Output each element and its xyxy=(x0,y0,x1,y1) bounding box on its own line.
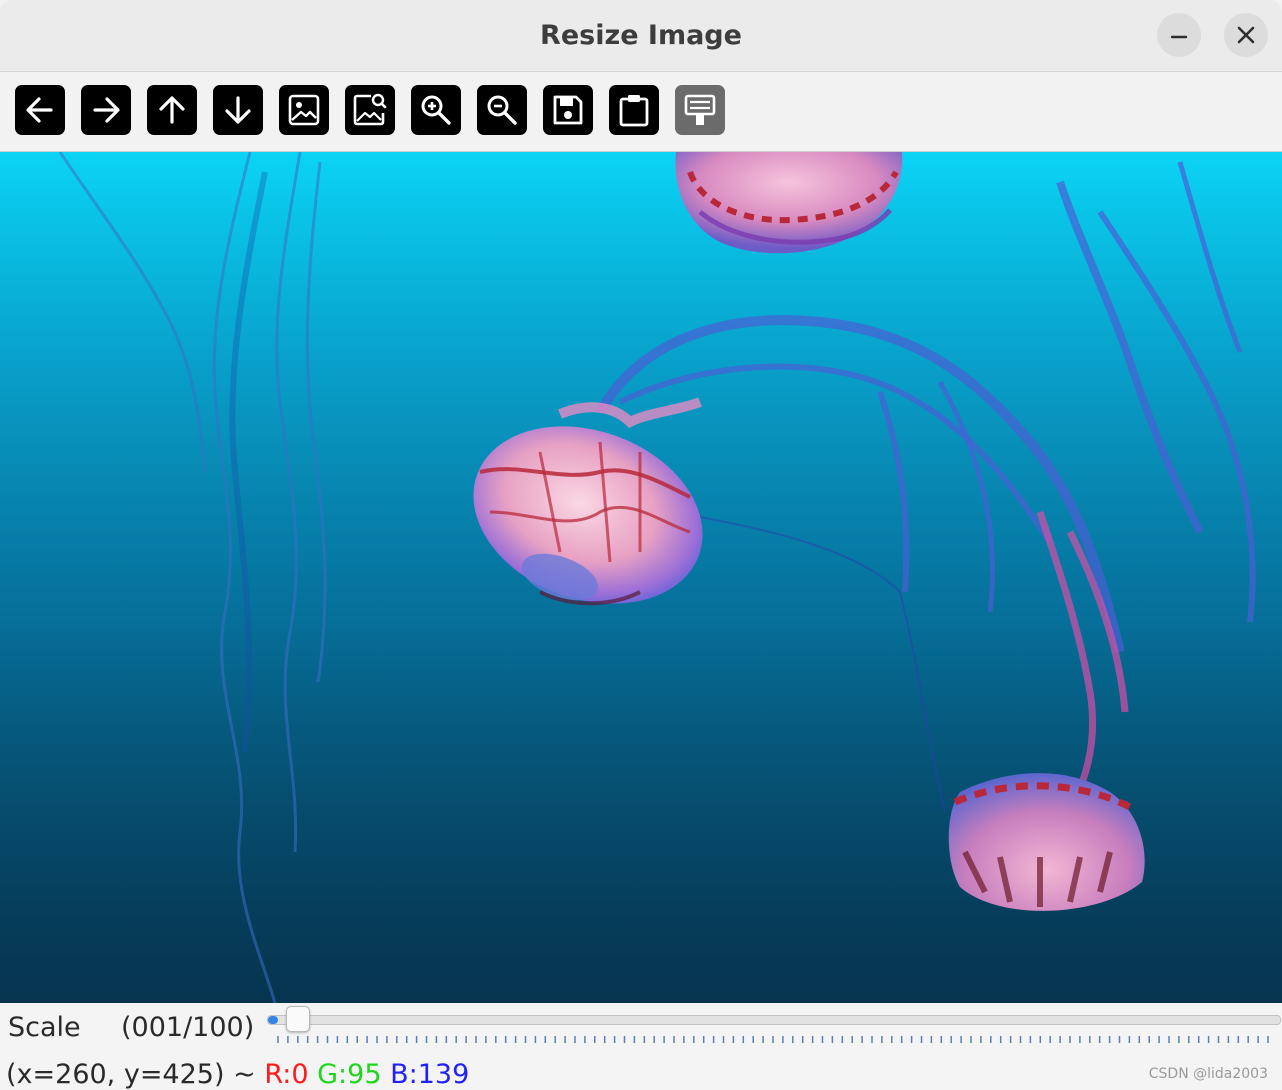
scale-label: Scale xyxy=(8,1012,81,1043)
red-value: R:0 xyxy=(264,1059,309,1090)
properties-icon xyxy=(684,94,716,125)
pan-down-button[interactable] xyxy=(213,85,263,135)
pan-left-button[interactable] xyxy=(15,85,65,135)
green-value: G:95 xyxy=(317,1059,382,1090)
pixel-info: (x=260, y=425) ~ R:0 G:95 B:139 xyxy=(6,1059,469,1090)
jellyfish-photo xyxy=(0,152,1282,1003)
zoom-in-icon xyxy=(421,95,451,125)
image-icon xyxy=(288,94,320,126)
pan-right-button[interactable] xyxy=(81,85,131,135)
minimize-icon xyxy=(1170,35,1188,39)
status-bar: (x=260, y=425) ~ R:0 G:95 B:139 CSDN @li… xyxy=(0,1055,1282,1090)
scale-trackbar-row: Scale (001/100) xyxy=(0,1003,1282,1055)
scale-value: (001/100) xyxy=(121,1012,255,1043)
save-button[interactable] xyxy=(543,85,593,135)
scale-slider[interactable] xyxy=(267,1015,1281,1025)
zoom-out-icon xyxy=(487,95,517,125)
close-icon xyxy=(1237,26,1255,44)
arrow-down-icon xyxy=(225,96,251,124)
copy-clipboard-button[interactable] xyxy=(609,85,659,135)
properties-button[interactable] xyxy=(675,85,725,135)
zoom-out-button[interactable] xyxy=(477,85,527,135)
reset-view-button[interactable] xyxy=(279,85,329,135)
image-search-icon xyxy=(353,93,387,126)
slider-fill xyxy=(268,1016,279,1024)
save-icon xyxy=(553,95,583,125)
title-bar[interactable]: Resize Image xyxy=(0,0,1282,72)
fit-image-button[interactable] xyxy=(345,85,395,135)
close-button[interactable] xyxy=(1224,13,1268,57)
slider-handle[interactable] xyxy=(285,1006,310,1032)
pan-up-button[interactable] xyxy=(147,85,197,135)
toolbar xyxy=(0,72,1282,152)
window-title: Resize Image xyxy=(540,20,742,51)
cursor-coords: (x=260, y=425) ~ xyxy=(6,1059,256,1090)
app-window: Resize Image Scale (001/100) (x=260, y=4… xyxy=(0,0,1282,1090)
clipboard-icon xyxy=(619,95,649,127)
minimize-button[interactable] xyxy=(1157,13,1201,57)
arrow-up-icon xyxy=(159,96,185,124)
zoom-in-button[interactable] xyxy=(411,85,461,135)
image-canvas[interactable] xyxy=(0,152,1282,1003)
blue-value: B:139 xyxy=(390,1059,470,1090)
arrow-left-icon xyxy=(26,97,53,123)
watermark: CSDN @lida2003 xyxy=(1148,1066,1268,1082)
arrow-right-icon xyxy=(93,97,120,123)
slider-ticks xyxy=(277,1036,1269,1043)
